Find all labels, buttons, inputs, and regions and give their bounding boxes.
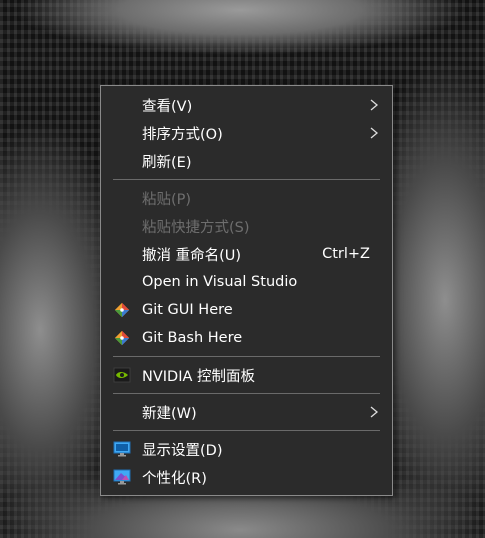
- menu-item-label: 粘贴(P): [142, 191, 192, 208]
- menu-item-label: 撤消 重命名(U): [142, 247, 242, 264]
- git-icon: [114, 302, 130, 318]
- menu-item-open-in-visual-studio[interactable]: Open in Visual Studio: [101, 268, 392, 296]
- menu-item-nvidia-control-panel[interactable]: NVIDIA 控制面板: [101, 361, 392, 389]
- menu-item-view[interactable]: 查看(V): [101, 91, 392, 119]
- menu-item-git-gui-here[interactable]: Git GUI Here: [101, 296, 392, 324]
- desktop-context-menu: 查看(V) 排序方式(O) 刷新(E) 粘贴(P) 粘贴快捷方式(S) 撤消 重…: [100, 85, 393, 496]
- chevron-right-icon: [370, 406, 379, 418]
- menu-item-paste-shortcut: 粘贴快捷方式(S): [101, 212, 392, 240]
- menu-item-undo-rename[interactable]: 撤消 重命名(U) Ctrl+Z: [101, 240, 392, 268]
- menu-separator: [113, 356, 380, 357]
- menu-item-label: 显示设置(D): [142, 442, 223, 459]
- chevron-right-icon: [370, 99, 379, 111]
- nvidia-icon: [113, 367, 131, 383]
- menu-item-personalize[interactable]: 个性化(R): [101, 463, 392, 491]
- menu-item-refresh[interactable]: 刷新(E): [101, 147, 392, 175]
- menu-item-display-settings[interactable]: 显示设置(D): [101, 435, 392, 463]
- menu-separator: [113, 179, 380, 180]
- chevron-right-icon: [370, 127, 379, 139]
- git-icon: [114, 330, 130, 346]
- menu-separator: [113, 430, 380, 431]
- menu-item-new[interactable]: 新建(W): [101, 398, 392, 426]
- menu-item-paste: 粘贴(P): [101, 184, 392, 212]
- menu-item-sort-by[interactable]: 排序方式(O): [101, 119, 392, 147]
- menu-item-label: 粘贴快捷方式(S): [142, 219, 250, 236]
- personalize-icon: [113, 469, 131, 485]
- menu-item-label: 查看(V): [142, 98, 193, 115]
- menu-item-label: Git GUI Here: [142, 302, 233, 318]
- menu-item-label: 刷新(E): [142, 154, 192, 171]
- menu-item-label: 排序方式(O): [142, 126, 223, 143]
- menu-item-shortcut: Ctrl+Z: [322, 246, 370, 262]
- display-icon: [113, 441, 131, 457]
- menu-separator: [113, 393, 380, 394]
- menu-item-label: 个性化(R): [142, 470, 207, 487]
- menu-item-label: 新建(W): [142, 405, 197, 422]
- menu-item-label: Open in Visual Studio: [142, 274, 298, 290]
- menu-item-label: Git Bash Here: [142, 330, 243, 346]
- menu-item-git-bash-here[interactable]: Git Bash Here: [101, 324, 392, 352]
- menu-item-label: NVIDIA 控制面板: [142, 368, 256, 385]
